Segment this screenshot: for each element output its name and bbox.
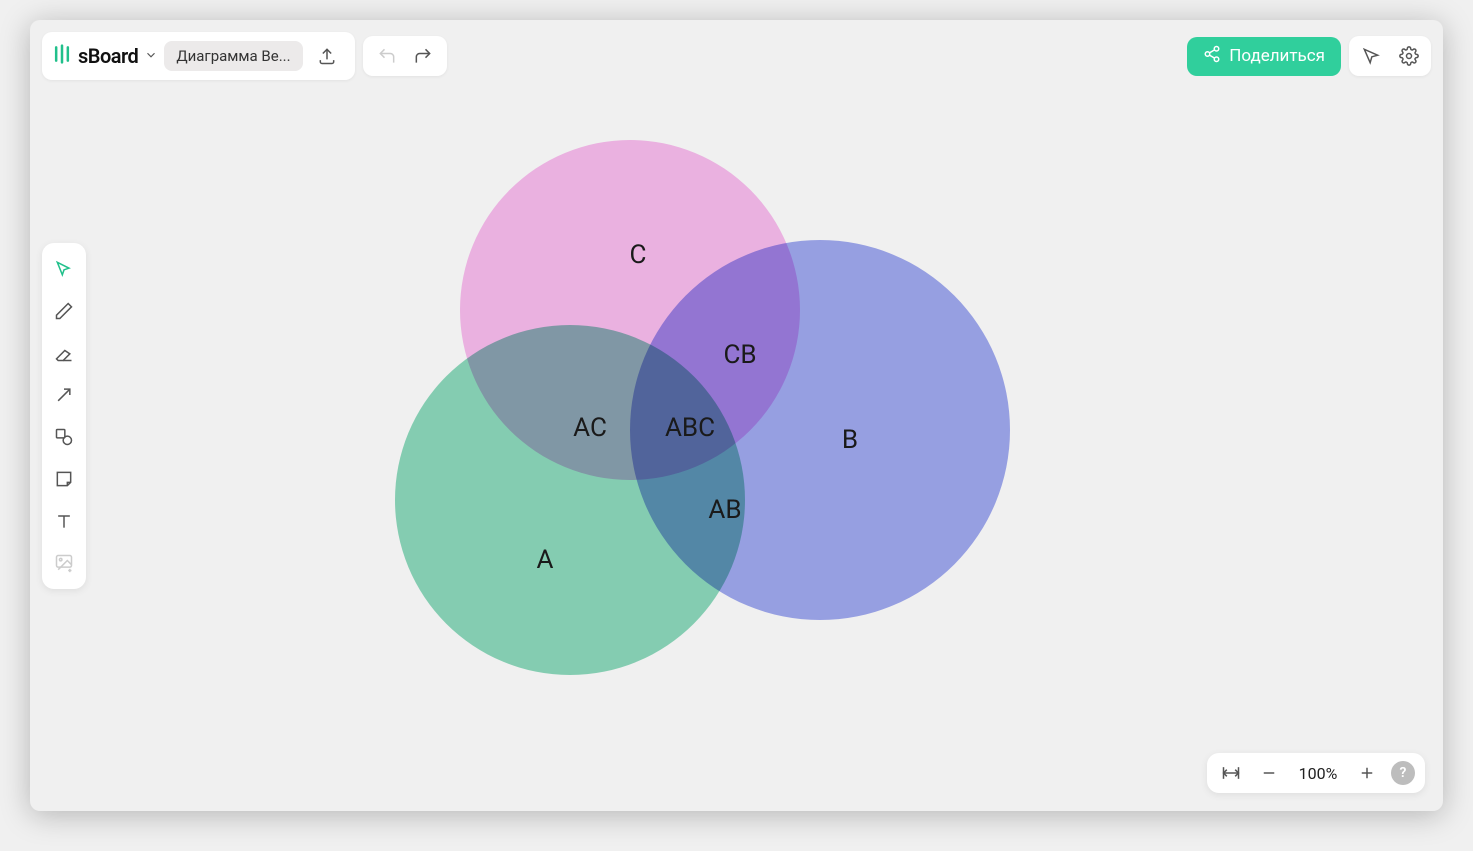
undo-button[interactable] (369, 38, 405, 74)
zoom-level: 100% (1293, 764, 1343, 783)
venn-label-a[interactable]: A (537, 545, 554, 575)
fit-width-icon[interactable] (1217, 759, 1245, 787)
tool-shapes[interactable] (46, 417, 82, 457)
share-label: Поделиться (1229, 46, 1325, 66)
tool-arrow[interactable] (46, 375, 82, 415)
venn-label-ab[interactable]: AB (708, 495, 741, 525)
help-button[interactable]: ? (1391, 761, 1415, 785)
venn-label-b[interactable]: B (842, 425, 858, 455)
app-window: sBoard Диаграмма Ве... Поделиться (30, 20, 1443, 811)
side-toolbar (42, 243, 86, 589)
redo-button[interactable] (405, 38, 441, 74)
share-button[interactable]: Поделиться (1187, 37, 1341, 76)
venn-label-abc[interactable]: ABC (665, 413, 715, 443)
venn-circle-a[interactable] (395, 325, 745, 675)
venn-label-ac[interactable]: AC (573, 413, 607, 443)
document-title[interactable]: Диаграмма Ве... (164, 41, 302, 71)
venn-label-c[interactable]: C (630, 240, 647, 270)
venn-label-cb[interactable]: CB (723, 340, 756, 370)
zoom-out-button[interactable] (1255, 759, 1283, 787)
share-icon (1203, 45, 1221, 68)
tool-image[interactable] (46, 543, 82, 583)
tool-pencil[interactable] (46, 291, 82, 331)
brand-menu[interactable]: sBoard Диаграмма Ве... (42, 32, 355, 80)
tool-select[interactable] (46, 249, 82, 289)
zoom-in-button[interactable] (1353, 759, 1381, 787)
tool-sticky[interactable] (46, 459, 82, 499)
upload-icon[interactable] (309, 38, 345, 74)
topbar: sBoard Диаграмма Ве... Поделиться (42, 32, 1431, 80)
tool-text[interactable] (46, 501, 82, 541)
brand-name: sBoard (78, 44, 138, 68)
right-tools (1349, 36, 1431, 76)
gear-icon[interactable] (1391, 38, 1427, 74)
undo-redo-group (363, 36, 447, 76)
tool-eraser[interactable] (46, 333, 82, 373)
zoom-bar: 100% ? (1207, 753, 1425, 793)
brand-logo-icon (52, 44, 72, 68)
chevron-down-icon (144, 47, 158, 66)
canvas[interactable]: C CB AC ABC B AB A (30, 20, 1443, 811)
cursor-mode-icon[interactable] (1353, 38, 1389, 74)
